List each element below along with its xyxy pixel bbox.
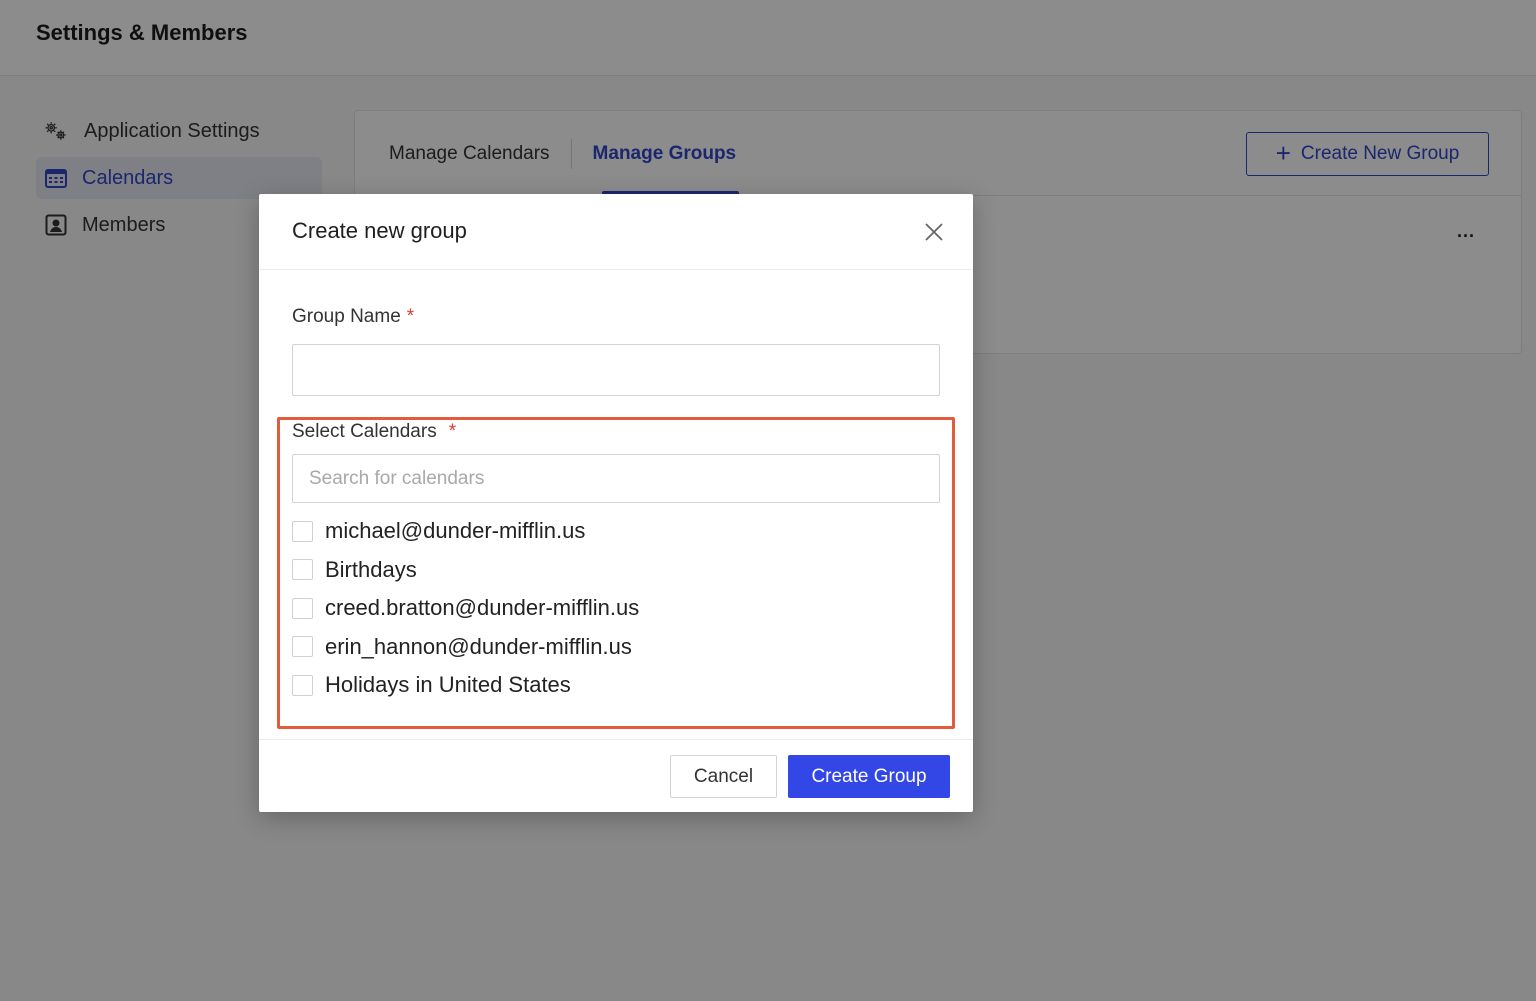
calendar-item[interactable]: Holidays in United States	[292, 666, 932, 705]
calendar-label: Holidays in United States	[325, 672, 571, 698]
group-name-label: Group Name *	[292, 306, 414, 328]
calendar-list: michael@dunder-mifflin.us Birthdays cree…	[292, 512, 932, 705]
modal-title: Create new group	[292, 218, 467, 243]
group-name-label-text: Group Name	[292, 306, 401, 327]
calendar-checkbox[interactable]	[292, 674, 313, 696]
calendar-checkbox[interactable]	[292, 636, 313, 658]
calendar-checkbox[interactable]	[292, 520, 313, 542]
calendar-item[interactable]: Birthdays	[292, 551, 932, 590]
calendar-label: michael@dunder-mifflin.us	[325, 518, 586, 544]
create-group-modal: Create new group Group Name * Select Cale…	[259, 194, 973, 812]
close-icon[interactable]	[923, 221, 945, 243]
calendar-checkbox[interactable]	[292, 597, 313, 619]
calendar-label: Birthdays	[325, 556, 417, 582]
footer-divider	[259, 739, 973, 740]
calendar-item[interactable]: michael@dunder-mifflin.us	[292, 512, 932, 551]
cancel-button[interactable]: Cancel	[670, 755, 777, 798]
calendar-checkbox[interactable]	[292, 559, 313, 581]
calendar-label: creed.bratton@dunder-mifflin.us	[325, 595, 640, 621]
modal-header: Create new group	[259, 194, 973, 270]
calendar-item[interactable]: erin_hannon@dunder-mifflin.us	[292, 628, 932, 667]
select-calendars-label: Select Calendars *	[292, 421, 456, 443]
create-group-button[interactable]: Create Group	[788, 755, 950, 798]
required-mark: *	[406, 306, 415, 327]
required-mark: *	[448, 421, 457, 442]
calendar-label: erin_hannon@dunder-mifflin.us	[325, 633, 632, 659]
select-calendars-label-text: Select Calendars	[292, 421, 437, 442]
calendar-search-input[interactable]	[292, 454, 940, 503]
calendar-item[interactable]: creed.bratton@dunder-mifflin.us	[292, 589, 932, 628]
group-name-input[interactable]	[292, 344, 940, 396]
